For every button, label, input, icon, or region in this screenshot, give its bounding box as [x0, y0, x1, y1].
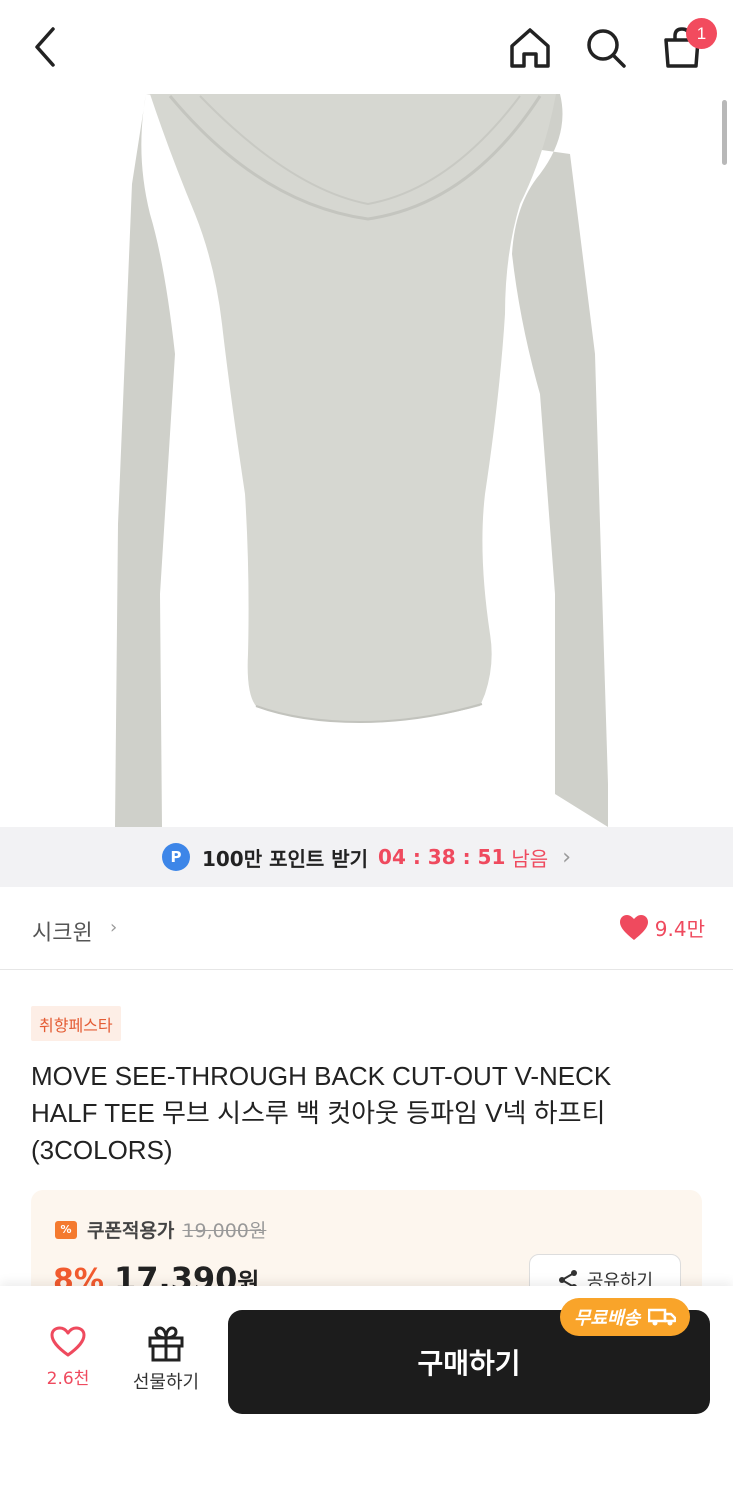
free-shipping-label: 무료배송 — [574, 1308, 641, 1329]
product-title: MOVE SEE-THROUGH BACK CUT-OUT V-NECK HAL… — [31, 1061, 612, 1165]
wishlist-count: 2.6천 — [46, 1369, 90, 1389]
point-banner-text: 100만 포인트 받기 — [201, 846, 369, 871]
free-shipping-badge: 무료배송 — [560, 1298, 691, 1336]
scrollbar[interactable] — [722, 100, 727, 165]
home-button[interactable] — [506, 24, 554, 72]
brand-row: 시크윈 › 9.4만 — [0, 887, 733, 970]
bottom-action-bar: 2.6천 선물하기 구매하기 무료배송 — [0, 1286, 733, 1500]
cart-count-badge: 1 — [686, 18, 717, 49]
event-tag: 취향페스타 — [31, 1006, 121, 1041]
product-photo — [115, 94, 608, 827]
point-banner[interactable]: P 100만 포인트 받기 04 : 38 : 51 남음 › — [0, 827, 733, 887]
chevron-left-icon — [35, 27, 55, 67]
coupon-label: 쿠폰적용가 — [87, 1220, 175, 1242]
wishlist-button[interactable]: 2.6천 — [30, 1326, 106, 1406]
countdown-timer: 04 : 38 : 51 — [378, 845, 506, 869]
brand-name-link[interactable]: 시크윈 — [32, 915, 93, 947]
brand-like-count: 9.4만 — [654, 917, 705, 941]
chevron-right-icon: › — [110, 917, 118, 938]
coupon-icon: % — [55, 1220, 77, 1239]
coupon-row: % 쿠폰적용가 19,000원 — [55, 1216, 266, 1243]
gift-button[interactable]: 선물하기 — [122, 1326, 210, 1406]
gift-icon — [148, 1326, 184, 1362]
truck-icon — [648, 1308, 677, 1326]
product-image[interactable] — [0, 94, 733, 827]
brand-like-button[interactable]: 9.4만 — [619, 913, 705, 942]
search-button[interactable] — [582, 24, 630, 72]
home-icon — [510, 28, 550, 68]
gift-label: 선물하기 — [132, 1372, 200, 1393]
chevron-right-icon: › — [562, 844, 572, 870]
back-button[interactable] — [22, 22, 70, 72]
heart-outline-icon — [50, 1326, 86, 1357]
point-icon: P — [161, 843, 190, 871]
top-header: 1 — [0, 0, 733, 94]
search-icon — [587, 29, 626, 68]
original-price: 19,000원 — [182, 1220, 267, 1242]
countdown-suffix: 남음 — [511, 846, 549, 871]
heart-icon — [619, 914, 648, 940]
